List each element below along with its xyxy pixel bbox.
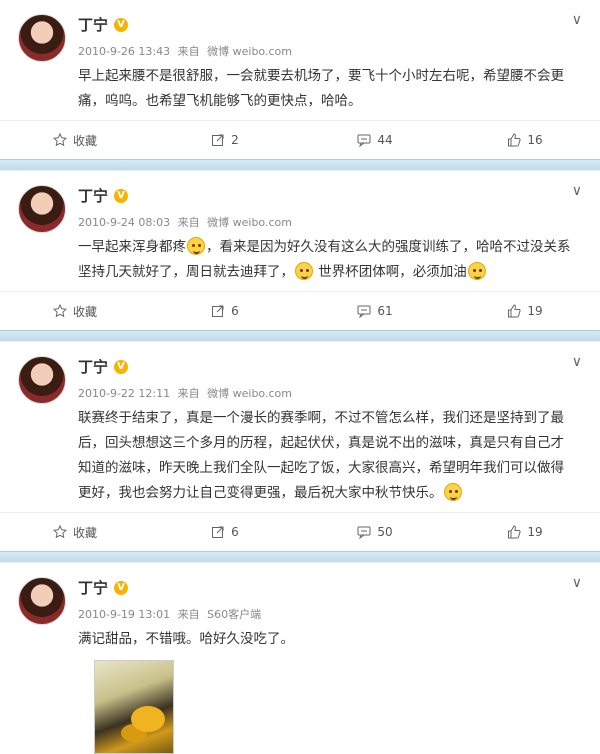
chevron-down-icon[interactable]: ∨ bbox=[572, 354, 582, 370]
author-row: 丁宁 V bbox=[78, 356, 129, 377]
star-icon bbox=[52, 304, 67, 318]
repost-count: 6 bbox=[231, 304, 239, 318]
repost-button[interactable]: 2 bbox=[150, 121, 300, 159]
post-time[interactable]: 2010-9-26 13:43 bbox=[78, 45, 170, 58]
post-text-part: 一早起来浑身都疼 bbox=[78, 239, 186, 255]
author-name[interactable]: 丁宁 bbox=[78, 356, 108, 377]
chevron-down-icon[interactable]: ∨ bbox=[572, 183, 582, 199]
post-time[interactable]: 2010-9-24 08:03 bbox=[78, 216, 170, 229]
collect-label: 收藏 bbox=[72, 133, 97, 148]
source-prefix: 来自 bbox=[177, 387, 200, 400]
comment-icon bbox=[357, 305, 371, 318]
post-separator bbox=[0, 330, 600, 342]
comment-count: 61 bbox=[377, 304, 393, 318]
like-count: 19 bbox=[527, 525, 543, 539]
verified-badge-icon: V bbox=[114, 17, 129, 32]
emoji-icon bbox=[467, 262, 486, 280]
verified-badge-icon: V bbox=[114, 188, 129, 203]
post-text: 联赛终于结束了，真是一个漫长的赛季啊，不过不管怎么样，我们还是坚持到了最后，回头… bbox=[78, 356, 584, 506]
post-source[interactable]: 微博 weibo.com bbox=[207, 216, 292, 229]
emoji-icon bbox=[187, 237, 205, 255]
avatar[interactable] bbox=[18, 185, 66, 233]
post-meta: 2010-9-26 13:43 来自 微博 weibo.com bbox=[78, 43, 296, 59]
author-name[interactable]: 丁宁 bbox=[78, 185, 108, 206]
post-separator bbox=[0, 159, 600, 171]
collect-button[interactable]: 收藏 bbox=[0, 513, 150, 551]
author-name[interactable]: 丁宁 bbox=[78, 14, 108, 35]
post-meta: 2010-9-24 08:03 来自 微博 weibo.com bbox=[78, 214, 296, 230]
like-count: 19 bbox=[527, 304, 543, 318]
source-prefix: 来自 bbox=[177, 45, 200, 58]
weibo-post: 丁宁 V ∨ 2010-9-26 13:43 来自 微博 weibo.com 早… bbox=[0, 0, 600, 159]
author-row: 丁宁 V bbox=[78, 577, 129, 598]
post-actions: 收藏 6 50 19 bbox=[0, 512, 600, 551]
post-actions: 收藏 2 44 16 bbox=[0, 120, 600, 159]
comment-button[interactable]: 44 bbox=[300, 121, 450, 159]
repost-count: 6 bbox=[231, 525, 239, 539]
comment-icon bbox=[357, 134, 371, 147]
post-time[interactable]: 2010-9-19 13:01 bbox=[78, 608, 170, 621]
star-icon bbox=[52, 133, 67, 147]
thumbs-up-icon bbox=[508, 304, 521, 318]
repost-button[interactable]: 6 bbox=[150, 513, 300, 551]
post-body: 丁宁 V ∨ 2010-9-24 08:03 来自 微博 weibo.com 一… bbox=[0, 171, 600, 285]
like-button[interactable]: 19 bbox=[450, 513, 600, 551]
collect-label: 收藏 bbox=[72, 304, 97, 319]
thumbs-up-icon bbox=[508, 133, 521, 147]
collect-button[interactable]: 收藏 bbox=[0, 121, 150, 159]
comment-count: 50 bbox=[377, 525, 393, 539]
chevron-down-icon[interactable]: ∨ bbox=[572, 12, 582, 28]
repost-icon bbox=[212, 305, 224, 317]
weibo-post: 丁宁 V ∨ 2010-9-19 13:01 来自 S60客户端 满记甜品，不错… bbox=[0, 563, 600, 754]
weibo-feed: 丁宁 V ∨ 2010-9-26 13:43 来自 微博 weibo.com 早… bbox=[0, 0, 600, 754]
post-text-part: 联赛终于结束了，真是一个漫长的赛季啊，不过不管怎么样，我们还是坚持到了最后，回头… bbox=[78, 410, 564, 501]
source-prefix: 来自 bbox=[177, 608, 200, 621]
like-button[interactable]: 16 bbox=[450, 121, 600, 159]
post-body: 丁宁 V ∨ 2010-9-19 13:01 来自 S60客户端 满记甜品，不错… bbox=[0, 563, 600, 754]
comment-button[interactable]: 61 bbox=[300, 292, 450, 330]
post-source[interactable]: S60客户端 bbox=[207, 608, 261, 621]
verified-badge-icon: V bbox=[114, 580, 129, 595]
thumbs-up-icon bbox=[508, 525, 521, 539]
repost-icon bbox=[212, 526, 224, 538]
author-name[interactable]: 丁宁 bbox=[78, 577, 108, 598]
verified-badge-icon: V bbox=[114, 359, 129, 374]
weibo-post: 丁宁 V ∨ 2010-9-24 08:03 来自 微博 weibo.com 一… bbox=[0, 171, 600, 330]
post-text: 一早起来浑身都疼 ，看来是因为好久没有这么大的强度训练了，哈哈不过没关系坚持几天就… bbox=[78, 185, 584, 285]
like-button[interactable]: 19 bbox=[450, 292, 600, 330]
repost-count: 2 bbox=[231, 133, 239, 147]
post-actions: 收藏 6 61 19 bbox=[0, 291, 600, 330]
repost-icon bbox=[212, 134, 224, 146]
author-row: 丁宁 V bbox=[78, 185, 129, 206]
post-source[interactable]: 微博 weibo.com bbox=[207, 45, 292, 58]
post-body: 丁宁 V ∨ 2010-9-26 13:43 来自 微博 weibo.com 早… bbox=[0, 0, 600, 114]
post-meta: 2010-9-19 13:01 来自 S60客户端 bbox=[78, 606, 265, 622]
post-separator bbox=[0, 551, 600, 563]
post-text-part: 世界杯团体啊，必须加油 bbox=[318, 264, 467, 280]
post-text: 早上起来腰不是很舒服，一会就要去机场了，要飞十个小时左右呢，希望腰不会更痛，呜呜… bbox=[78, 68, 564, 109]
collect-button[interactable]: 收藏 bbox=[0, 292, 150, 330]
chevron-down-icon[interactable]: ∨ bbox=[572, 575, 582, 591]
post-body: 丁宁 V ∨ 2010-9-22 12:11 来自 微博 weibo.com 联… bbox=[0, 342, 600, 506]
avatar[interactable] bbox=[18, 356, 66, 404]
emoji-icon bbox=[295, 262, 313, 280]
emoji-icon bbox=[443, 483, 462, 501]
avatar[interactable] bbox=[18, 577, 66, 625]
comment-button[interactable]: 50 bbox=[300, 513, 450, 551]
avatar[interactable] bbox=[18, 14, 66, 62]
post-source[interactable]: 微博 weibo.com bbox=[207, 387, 292, 400]
weibo-post: 丁宁 V ∨ 2010-9-22 12:11 来自 微博 weibo.com 联… bbox=[0, 342, 600, 551]
star-icon bbox=[52, 525, 67, 539]
repost-button[interactable]: 6 bbox=[150, 292, 300, 330]
source-prefix: 来自 bbox=[177, 216, 200, 229]
author-row: 丁宁 V bbox=[78, 14, 129, 35]
comment-count: 44 bbox=[377, 133, 393, 147]
comment-icon bbox=[357, 526, 371, 539]
post-time[interactable]: 2010-9-22 12:11 bbox=[78, 387, 170, 400]
post-photo[interactable] bbox=[94, 660, 174, 754]
post-meta: 2010-9-22 12:11 来自 微博 weibo.com bbox=[78, 385, 296, 401]
like-count: 16 bbox=[527, 133, 543, 147]
collect-label: 收藏 bbox=[72, 525, 97, 540]
